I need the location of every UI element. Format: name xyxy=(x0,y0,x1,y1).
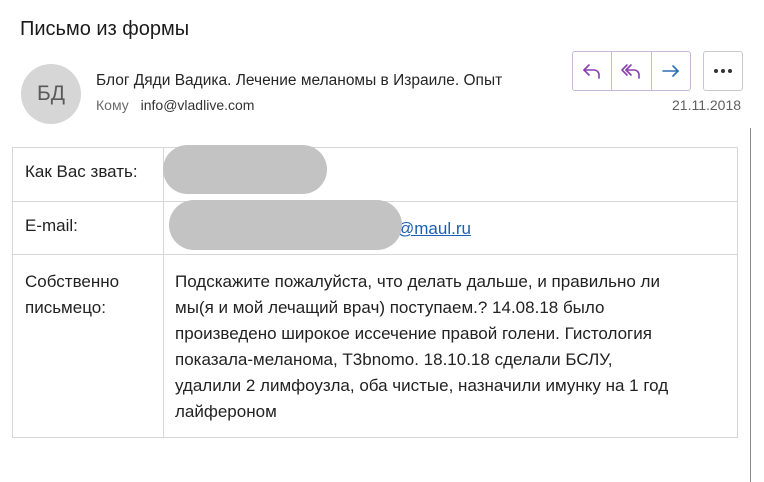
reply-icon xyxy=(583,64,600,79)
message-line: Подскажите пожалуйста, что делать дальше… xyxy=(175,272,660,291)
recipient-row: Кому info@vladlive.com xyxy=(96,97,254,113)
message-date: 21.11.2018 xyxy=(672,97,742,113)
sender-name[interactable]: Блог Дяди Вадика. Лечение меланомы в Изр… xyxy=(96,72,548,90)
message-line: произведено широкое иссечение правой гол… xyxy=(175,324,652,343)
scrollbar-track[interactable] xyxy=(750,128,751,482)
sender-avatar[interactable]: БД xyxy=(21,64,81,124)
more-icon xyxy=(714,69,732,73)
redacted-email xyxy=(169,200,402,250)
email-subject: Письмо из формы xyxy=(20,18,190,40)
reply-all-icon xyxy=(621,64,641,79)
form-table: Как Вас звать: E-mail: @maul.ru Собствен… xyxy=(12,147,738,438)
message-line: лайфероном xyxy=(175,402,277,421)
forward-icon xyxy=(662,65,679,77)
message-body: Подскажите пожалуйста, что делать дальше… xyxy=(163,254,738,438)
name-label: Как Вас звать: xyxy=(12,147,164,202)
email-link[interactable]: @maul.ru xyxy=(397,219,471,238)
forward-button[interactable] xyxy=(652,52,690,90)
more-actions-button[interactable] xyxy=(703,51,743,91)
message-actions-group xyxy=(572,51,691,91)
message-line: мы(я и мой лечащий врач) поступаем.? 14.… xyxy=(175,298,605,317)
message-label: Собственно письмецо: xyxy=(12,254,164,438)
message-label-line: письмецо: xyxy=(25,298,106,317)
email-label: E-mail: xyxy=(12,201,164,255)
recipient-address[interactable]: info@vladlive.com xyxy=(141,97,255,113)
email-reading-pane: Письмо из формы БД Блог Дяди Вадика. Леч… xyxy=(0,0,764,482)
message-line: удалили 2 лимфоузла, оба чистые, назначи… xyxy=(175,376,669,395)
form-row-name: Как Вас звать: xyxy=(12,147,738,202)
reply-all-button[interactable] xyxy=(612,52,652,90)
form-row-message: Собственно письмецо: Подскажите пожалуйс… xyxy=(12,254,738,438)
to-label: Кому xyxy=(96,97,129,113)
message-label-line: Собственно xyxy=(25,272,120,291)
reply-button[interactable] xyxy=(573,52,613,90)
redacted-name xyxy=(163,145,327,194)
message-line: показала-меланома, T3bnomo. 18.10.18 сде… xyxy=(175,350,613,369)
